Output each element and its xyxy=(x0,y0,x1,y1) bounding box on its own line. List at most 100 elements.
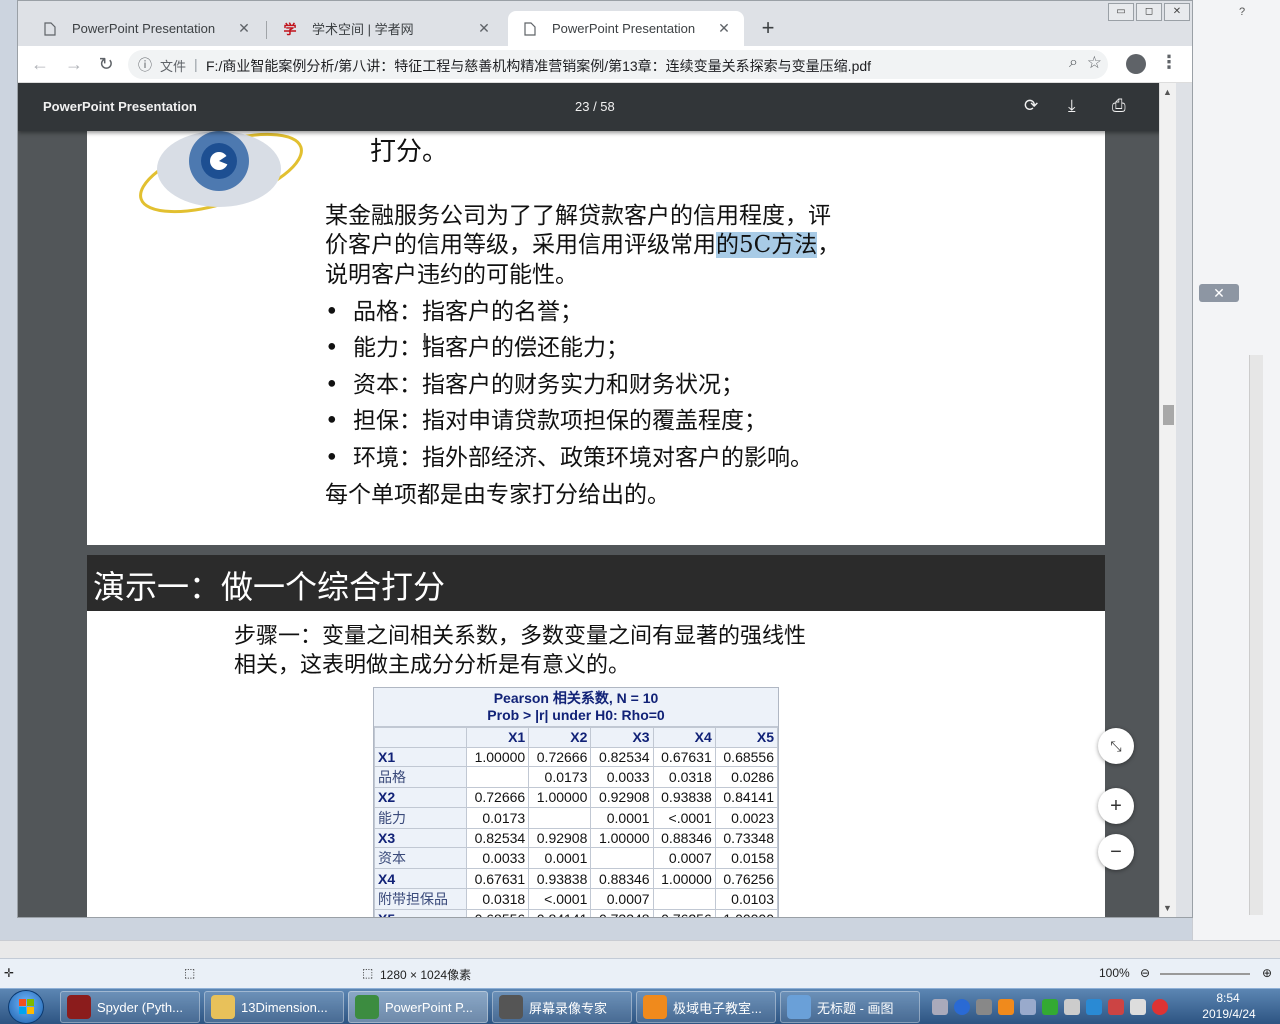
scroll-thumb[interactable] xyxy=(1163,405,1174,425)
table-cell: 0.93838 xyxy=(652,787,716,808)
xuezhe-logo-icon: 学 xyxy=(283,22,297,37)
table-cell: 1.00000 xyxy=(714,908,779,917)
table-cell: 0.0007 xyxy=(652,847,716,870)
canvas-size-icon: ⬚ xyxy=(362,966,374,980)
table-cell: 0.76256 xyxy=(714,868,779,889)
paint-horizontal-scrollbar[interactable] xyxy=(0,940,1280,958)
close-icon[interactable]: ✕ xyxy=(232,20,256,37)
slide-text-line: 相关，这表明做主成分分析是有意义的。 xyxy=(234,653,631,678)
window-controls: ▭ ◻ ✕ xyxy=(1106,3,1190,21)
taskbar-item-label: 极域电子教室... xyxy=(673,1000,762,1016)
zoom-in-button[interactable]: + xyxy=(1098,788,1134,824)
help-icon[interactable]: ? xyxy=(1239,6,1245,18)
clock-time[interactable]: 8:54 xyxy=(1200,991,1256,1005)
tray-icon[interactable] xyxy=(976,999,992,1015)
print-icon[interactable]: ⎙ xyxy=(1112,96,1126,116)
taskbar-item[interactable]: 屏幕录像专家 xyxy=(492,991,632,1023)
tab-powerpoint-1[interactable]: PowerPoint Presentation ✕ xyxy=(28,11,264,46)
pdf-page-indicator[interactable]: 23 / 58 xyxy=(575,99,615,114)
taskbar-item[interactable]: PowerPoint P... xyxy=(348,991,488,1023)
tray-icon[interactable] xyxy=(1152,999,1168,1015)
tray-icon[interactable] xyxy=(1020,999,1036,1015)
tab-powerpoint-active[interactable]: PowerPoint Presentation ✕ xyxy=(508,11,744,46)
taskbar-item-label: 13Dimension... xyxy=(241,999,328,1015)
paint-window-controls: ? xyxy=(1203,6,1263,22)
tab-title: 学术空间 | 学者网 xyxy=(312,22,414,37)
close-icon[interactable]: ✕ xyxy=(712,20,736,37)
chrome-icon xyxy=(355,995,379,1019)
close-icon[interactable]: ✕ xyxy=(472,20,496,37)
zoom-slider[interactable] xyxy=(1160,973,1250,975)
help-tray-icon[interactable] xyxy=(954,999,970,1015)
keyboard-icon[interactable] xyxy=(932,999,948,1015)
download-icon[interactable]: ⤓ xyxy=(1068,96,1076,116)
table-cell: 0.0158 xyxy=(714,847,779,870)
minimize-button[interactable]: ▭ xyxy=(1108,3,1134,21)
tray-icon[interactable] xyxy=(1130,999,1146,1015)
pdf-document-title: PowerPoint Presentation xyxy=(43,99,197,114)
zoom-out-button[interactable]: − xyxy=(1098,834,1134,870)
table-cell xyxy=(465,766,530,789)
tray-icon[interactable] xyxy=(1042,999,1058,1015)
table-cell: 0.88346 xyxy=(590,868,654,889)
volume-icon[interactable] xyxy=(1064,999,1080,1015)
taskbar-item[interactable]: Spyder (Pyth... xyxy=(60,991,200,1023)
paint-vertical-scrollbar[interactable] xyxy=(1249,355,1263,915)
table-cell: 0.0103 xyxy=(714,887,779,910)
table-cell: 0.82534 xyxy=(465,827,530,849)
tab-xuezhe[interactable]: 学 学术空间 | 学者网 ✕ xyxy=(268,11,504,46)
bookmark-star-icon[interactable]: ☆ xyxy=(1087,53,1102,73)
close-panel-button[interactable]: ✕ xyxy=(1199,284,1239,302)
tray-icon[interactable] xyxy=(1086,999,1102,1015)
tray-icon[interactable] xyxy=(998,999,1014,1015)
new-tab-button[interactable]: + xyxy=(756,15,780,41)
table-row: X4 0.67631 0.93838 0.88346 1.00000 0.76256 xyxy=(374,868,779,889)
scroll-up-icon[interactable]: ▲ xyxy=(1163,87,1172,97)
slide-text-fragment: 打分。 xyxy=(370,137,449,167)
table-row: 能力 0.0173 0.0001 <.0001 0.0023 xyxy=(374,806,779,829)
table-cell: 1.00000 xyxy=(652,868,716,889)
taskbar-item[interactable]: 无标题 - 画图 xyxy=(780,991,920,1023)
taskbar-item[interactable]: 极域电子教室... xyxy=(636,991,776,1023)
bullet-item: • 资本：指客户的财务实力和财务状况； xyxy=(325,365,744,399)
start-button[interactable] xyxy=(8,990,44,1024)
zoom-out-icon[interactable]: ⊖ xyxy=(1140,966,1150,980)
pdf-vertical-scrollbar[interactable]: ▲ ▼ xyxy=(1159,83,1176,917)
maximize-button[interactable]: ◻ xyxy=(1136,3,1162,21)
table-cell: 0.72666 xyxy=(465,787,530,808)
bullet-text: 担保：指对申请贷款项担保的覆盖程度； xyxy=(353,408,767,434)
table-cell: 0.0173 xyxy=(465,806,530,829)
table-row: X3 0.82534 0.92908 1.00000 0.88346 0.73348 xyxy=(374,827,779,849)
zoom-in-icon[interactable]: ⊕ xyxy=(1262,966,1272,980)
profile-avatar[interactable] xyxy=(1126,54,1146,74)
reload-button[interactable]: ↻ xyxy=(94,52,118,76)
zoom-icon[interactable]: ⌕ xyxy=(1069,54,1078,72)
table-row: 资本 0.0033 0.0001 0.0007 0.0158 xyxy=(374,847,779,870)
clock-date[interactable]: 2019/4/24 xyxy=(1196,1007,1262,1021)
row-header: X3 xyxy=(374,827,467,849)
scroll-down-icon[interactable]: ▼ xyxy=(1163,903,1172,913)
table-row: 附带担保品 0.0318 <.0001 0.0007 0.0103 xyxy=(374,887,779,910)
taskbar-item[interactable]: 13Dimension... xyxy=(204,991,344,1023)
selected-text[interactable]: 的5C方法 xyxy=(716,232,818,258)
rotate-icon[interactable]: ⟳ xyxy=(1024,96,1038,116)
table-body: X1 1.00000 0.72666 0.82534 0.67631 0.68556 品格 0… xyxy=(374,746,779,917)
address-bar[interactable]: ⓘ 文件 | F:/商业智能案例分析/第八讲：特征工程与慈善机构精准营销案例/第… xyxy=(128,50,1108,79)
omnibox-separator: | xyxy=(194,56,198,72)
table-cell: 0.76256 xyxy=(652,908,716,917)
row-header: 品格 xyxy=(374,766,467,789)
back-button[interactable]: ← xyxy=(28,52,52,76)
url-text[interactable]: F:/商业智能案例分析/第八讲：特征工程与慈善机构精准营销案例/第13章：连续变… xyxy=(206,56,871,76)
row-header: X4 xyxy=(374,868,467,889)
network-icon[interactable] xyxy=(1108,999,1124,1015)
table-caption: Pearson 相关系数, N = 10 Prob > |r| under H0… xyxy=(374,688,778,727)
forward-button[interactable]: → xyxy=(62,52,86,76)
more-menu-icon[interactable]: ⋮ xyxy=(1160,52,1178,73)
fit-to-page-button[interactable]: ⤡ xyxy=(1098,728,1134,764)
bullet-icon: • xyxy=(325,408,339,434)
table-row: X50.685560.841410.733480.762561.00000 xyxy=(374,908,779,917)
window-close-button[interactable]: ✕ xyxy=(1164,3,1190,21)
info-icon[interactable]: ⓘ xyxy=(138,55,152,75)
table-cell: 1.00000 xyxy=(528,787,592,808)
eye-logo-icon xyxy=(139,131,303,214)
